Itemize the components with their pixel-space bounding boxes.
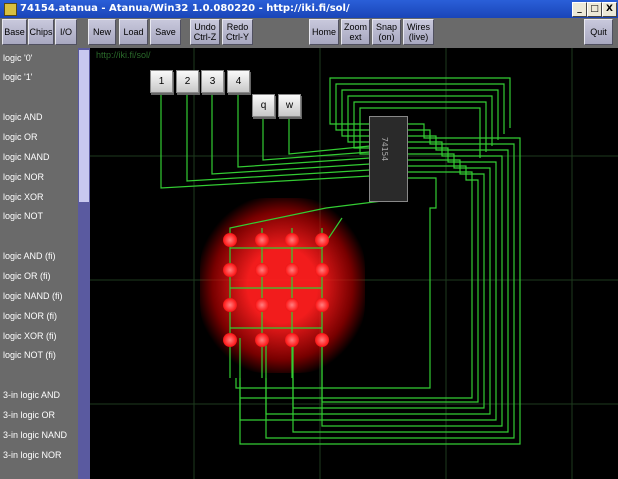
key-4[interactable]: 4	[227, 70, 250, 93]
snap-button[interactable]: Snap (on)	[372, 19, 401, 45]
close-button[interactable]: X	[602, 2, 617, 17]
new-button[interactable]: New	[88, 19, 116, 45]
zoom-button[interactable]: Zoom ext	[341, 19, 370, 45]
app-icon	[4, 3, 17, 16]
chips-button[interactable]: Chips	[28, 19, 54, 45]
undo-button[interactable]: Undo Ctrl-Z	[190, 19, 220, 45]
save-button[interactable]: Save	[150, 19, 181, 45]
circuit-canvas[interactable]: http://iki.fi/sol/ 1 2 3 4 q w 74154	[90, 48, 618, 479]
palette-item[interactable]: logic NOR	[3, 172, 44, 182]
component-palette: logic '0' logic '1' logic AND logic OR l…	[0, 48, 78, 479]
palette-item[interactable]: logic XOR	[3, 192, 44, 202]
led	[255, 263, 269, 277]
chip-74154[interactable]: 74154	[369, 116, 408, 202]
led	[223, 233, 237, 247]
palette-item[interactable]: logic OR (fi)	[3, 271, 51, 281]
palette-item[interactable]: logic '1'	[3, 72, 32, 82]
key-q[interactable]: q	[252, 94, 275, 117]
wires	[160, 77, 521, 445]
palette-item[interactable]: logic '0'	[3, 53, 32, 63]
key-2[interactable]: 2	[176, 70, 199, 93]
led	[223, 298, 237, 312]
window-title: 74154.atanua - Atanua/Win32 1.0.080220 -…	[20, 3, 350, 14]
palette-item[interactable]: logic NOT (fi)	[3, 350, 56, 360]
led	[255, 333, 269, 347]
palette-item[interactable]: logic XOR (fi)	[3, 331, 57, 341]
palette-item[interactable]: logic NAND (fi)	[3, 291, 63, 301]
quit-button[interactable]: Quit	[584, 19, 613, 45]
palette-item[interactable]: logic NOT	[3, 211, 43, 221]
palette-item[interactable]: 3-in logic NOR	[3, 450, 62, 460]
led	[255, 233, 269, 247]
chip-label: 74154	[380, 137, 389, 162]
palette-item[interactable]: logic OR	[3, 132, 38, 142]
palette-item[interactable]: logic AND	[3, 112, 43, 122]
palette-item[interactable]: 3-in logic NAND	[3, 430, 67, 440]
led	[223, 333, 237, 347]
led	[285, 298, 299, 312]
toolbar: Base Chips I/O New Load Save Undo Ctrl-Z…	[0, 18, 618, 48]
load-button[interactable]: Load	[119, 19, 148, 45]
maximize-button[interactable]: □	[587, 2, 602, 17]
led	[315, 298, 329, 312]
redo-button[interactable]: Redo Ctrl-Y	[222, 19, 253, 45]
scrollbar-thumb[interactable]	[79, 50, 89, 202]
wires-button[interactable]: Wires (live)	[403, 19, 434, 45]
led	[315, 233, 329, 247]
key-w[interactable]: w	[278, 94, 301, 117]
app-window: 74154.atanua - Atanua/Win32 1.0.080220 -…	[0, 0, 618, 479]
base-button[interactable]: Base	[2, 19, 27, 45]
key-3[interactable]: 3	[201, 70, 224, 93]
palette-item[interactable]: logic NAND	[3, 152, 50, 162]
led	[285, 233, 299, 247]
led	[315, 263, 329, 277]
led	[285, 263, 299, 277]
home-button[interactable]: Home	[309, 19, 339, 45]
palette-item[interactable]: logic AND (fi)	[3, 251, 56, 261]
led	[285, 333, 299, 347]
title-bar: 74154.atanua - Atanua/Win32 1.0.080220 -…	[0, 0, 618, 18]
palette-item[interactable]: 3-in logic OR	[3, 410, 55, 420]
key-1[interactable]: 1	[150, 70, 173, 93]
palette-scrollbar[interactable]	[78, 48, 90, 479]
palette-item[interactable]: logic NOR (fi)	[3, 311, 57, 321]
palette-item[interactable]: 3-in logic AND	[3, 390, 60, 400]
led	[223, 263, 237, 277]
io-button[interactable]: I/O	[55, 19, 77, 45]
led	[315, 333, 329, 347]
led	[255, 298, 269, 312]
minimize-button[interactable]: _	[572, 2, 587, 17]
